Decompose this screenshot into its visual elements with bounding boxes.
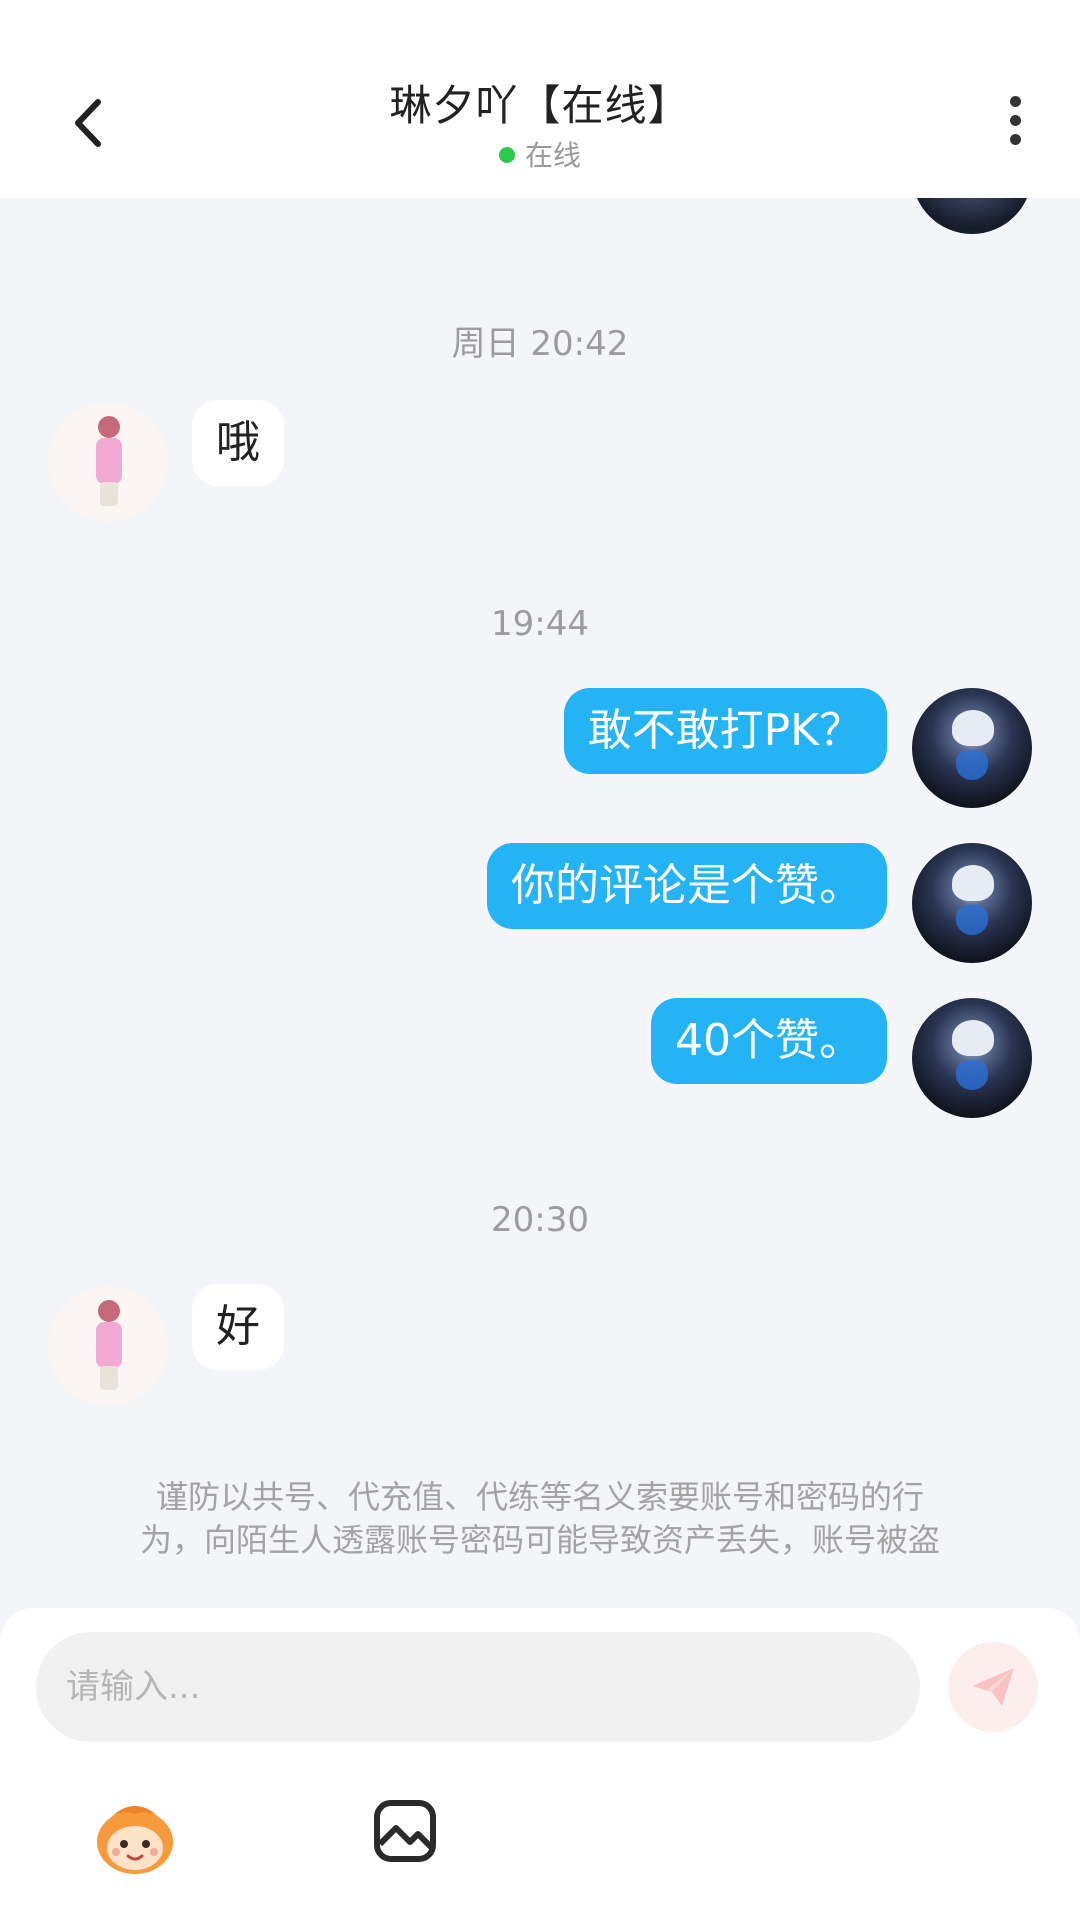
more-options-button[interactable] <box>1000 96 1030 156</box>
timestamp: 20:30 <box>491 1200 589 1240</box>
online-dot-icon <box>498 147 515 163</box>
message-bubble-sent[interactable]: 敢不敢打PK？ <box>563 688 887 774</box>
contact-avatar[interactable] <box>48 1286 168 1406</box>
emoji-button[interactable] <box>92 1794 178 1880</box>
contact-avatar[interactable] <box>48 402 168 522</box>
my-avatar[interactable] <box>912 843 1032 963</box>
notice-line: 谨防以共号、代充值、代练等名义索要账号和密码的行 <box>155 1478 924 1516</box>
online-status: 在线 <box>0 134 1080 174</box>
image-button[interactable] <box>372 1798 438 1864</box>
safety-notice: 谨防以共号、代充值、代练等名义索要账号和密码的行 为，向陌生人透露账号密码可能导… <box>60 1476 1020 1562</box>
timestamp: 19:44 <box>491 604 589 644</box>
message-bubble-sent[interactable]: 40个赞。 <box>651 998 887 1084</box>
send-icon <box>972 1668 1014 1706</box>
composer-panel <box>0 1608 1080 1920</box>
my-avatar[interactable] <box>912 688 1032 808</box>
message-bubble-received[interactable]: 好 <box>192 1284 284 1370</box>
message-bubble-sent[interactable]: 你的评论是个赞。 <box>487 843 887 929</box>
more-icon <box>1000 96 1030 145</box>
chat-header: 琳夕吖【在线】 在线 <box>0 0 1080 198</box>
send-button[interactable] <box>948 1642 1038 1732</box>
message-bubble-received[interactable]: 哦 <box>192 400 284 486</box>
message-input[interactable] <box>36 1632 920 1742</box>
online-status-label: 在线 <box>524 139 581 172</box>
my-avatar[interactable] <box>912 998 1032 1118</box>
notice-line: 为，向陌生人透露账号密码可能导致资产丢失，账号被盗 <box>139 1521 940 1559</box>
image-icon <box>374 1800 436 1862</box>
timestamp: 周日 20:42 <box>451 324 629 364</box>
chat-title: 琳夕吖【在线】 <box>389 81 691 130</box>
emoji-icon <box>97 1806 173 1874</box>
